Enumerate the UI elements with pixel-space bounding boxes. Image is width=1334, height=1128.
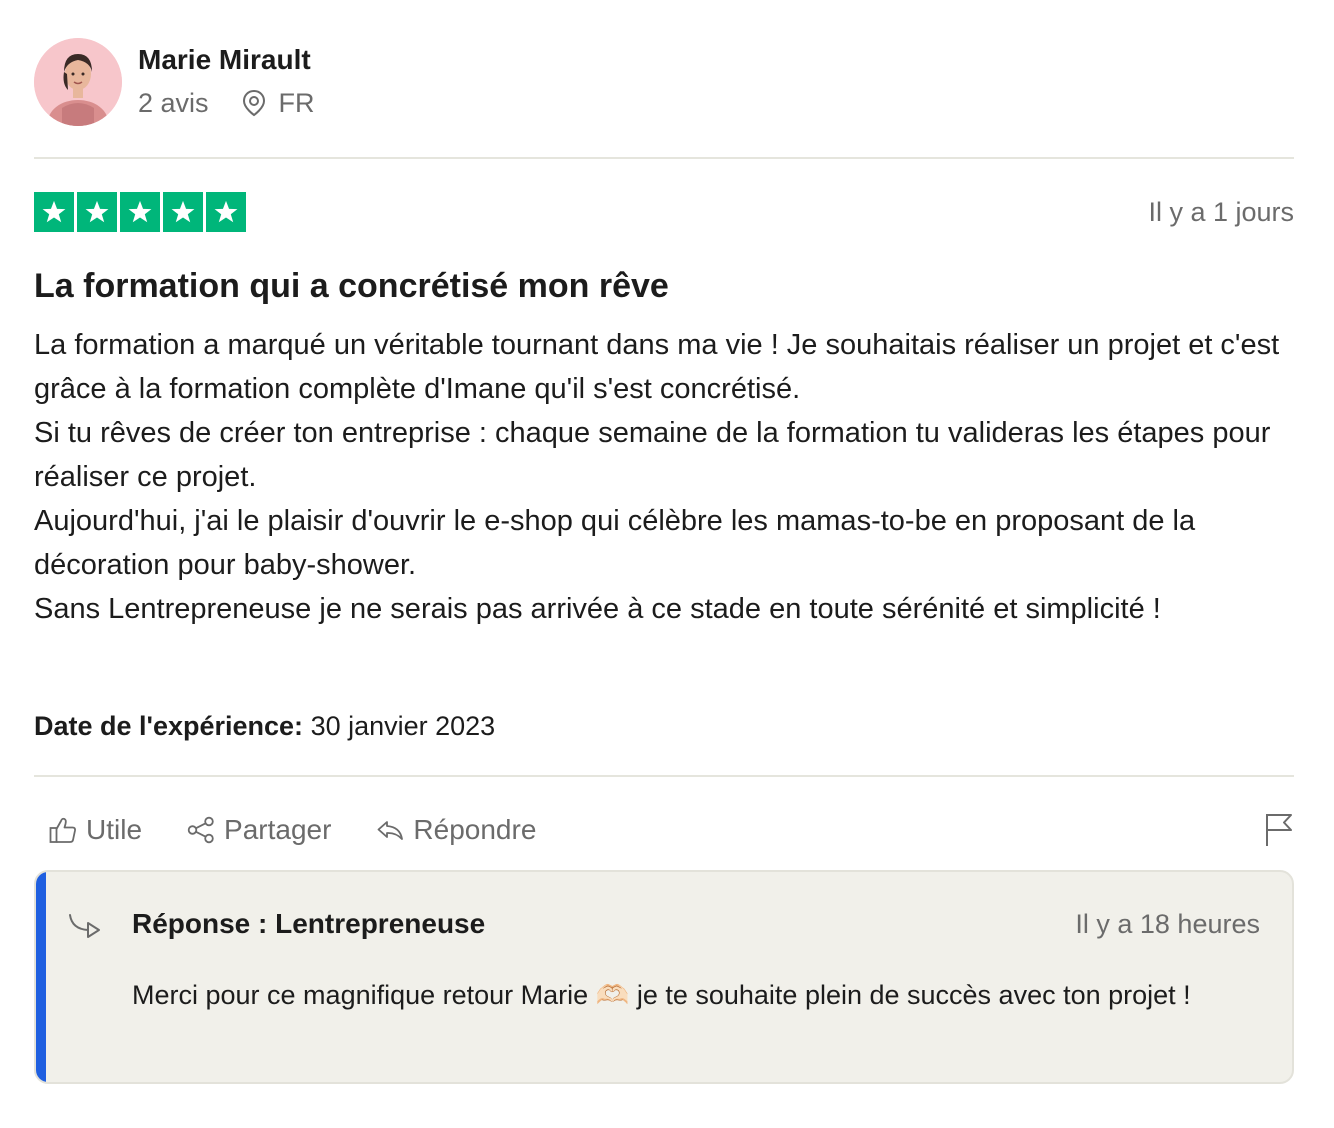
reply-button[interactable]: Répondre [375, 810, 536, 850]
reply-text: Merci pour ce magnifique retour Marie 🫶🏻… [132, 976, 1262, 1014]
star-icon [34, 192, 74, 232]
share-label: Partager [224, 814, 332, 845]
reply-icon [375, 815, 405, 845]
reviewer-info: Marie Mirault 2 avis FR [138, 42, 315, 120]
heart-hands-emoji: 🫶🏻 [595, 980, 630, 1010]
star-icon [163, 192, 203, 232]
experience-date: Date de l'expérience: 30 janvier 2023 [34, 706, 495, 746]
thumbs-up-icon [48, 815, 78, 845]
share-icon [186, 815, 216, 845]
reply-title: Réponse : Lentrepreneuse [132, 908, 486, 939]
company-reply: Réponse : Lentrepreneuse Il y a 18 heure… [34, 870, 1294, 1084]
review-title: La formation qui a concrétisé mon rêve [34, 267, 669, 305]
useful-label: Utile [86, 814, 143, 845]
reviewer-header: Marie Mirault 2 avis FR [34, 38, 315, 128]
share-button[interactable]: Partager [186, 810, 331, 850]
reply-date: Il y a 18 heures [1075, 909, 1260, 939]
star-icon [77, 192, 117, 232]
reply-text-end: je te souhaite plein de succès avec ton … [629, 980, 1191, 1010]
reviewer-name[interactable]: Marie Mirault [138, 42, 315, 78]
useful-button[interactable]: Utile [48, 810, 142, 850]
review-actions: Utile Partager Répondre [48, 810, 580, 850]
actions-divider [34, 775, 1294, 777]
review-date: Il y a 1 jours [1148, 197, 1294, 227]
reviewer-avatar[interactable] [34, 38, 122, 126]
review-paragraph: Si tu rêves de créer ton entreprise : ch… [34, 417, 1271, 493]
experience-label: Date de l'expérience: [34, 711, 304, 741]
reviews-count: 2 avis [138, 88, 209, 118]
reply-arrow-icon [68, 912, 102, 945]
location-pin-icon [241, 89, 267, 117]
flag-icon [1264, 814, 1294, 852]
review-paragraph: La formation a marqué un véritable tourn… [34, 329, 1280, 405]
star-icon [206, 192, 246, 232]
header-divider [34, 157, 1294, 159]
star-rating [34, 192, 246, 232]
reviewer-country: FR [278, 88, 315, 118]
reply-accent-bar [36, 872, 46, 1082]
review-paragraph: Aujourd'hui, j'ai le plaisir d'ouvrir le… [34, 505, 1196, 581]
review-body: La formation a marqué un véritable tourn… [34, 323, 1296, 631]
reply-label: Répondre [413, 814, 537, 845]
flag-button[interactable] [1264, 812, 1294, 853]
review-paragraph: Sans Lentrepreneuse je ne serais pas arr… [34, 593, 1161, 625]
experience-value: 30 janvier 2023 [310, 711, 496, 741]
reply-text-start: Merci pour ce magnifique retour Marie [132, 980, 596, 1010]
reviewer-meta: 2 avis FR [138, 86, 315, 120]
star-icon [120, 192, 160, 232]
